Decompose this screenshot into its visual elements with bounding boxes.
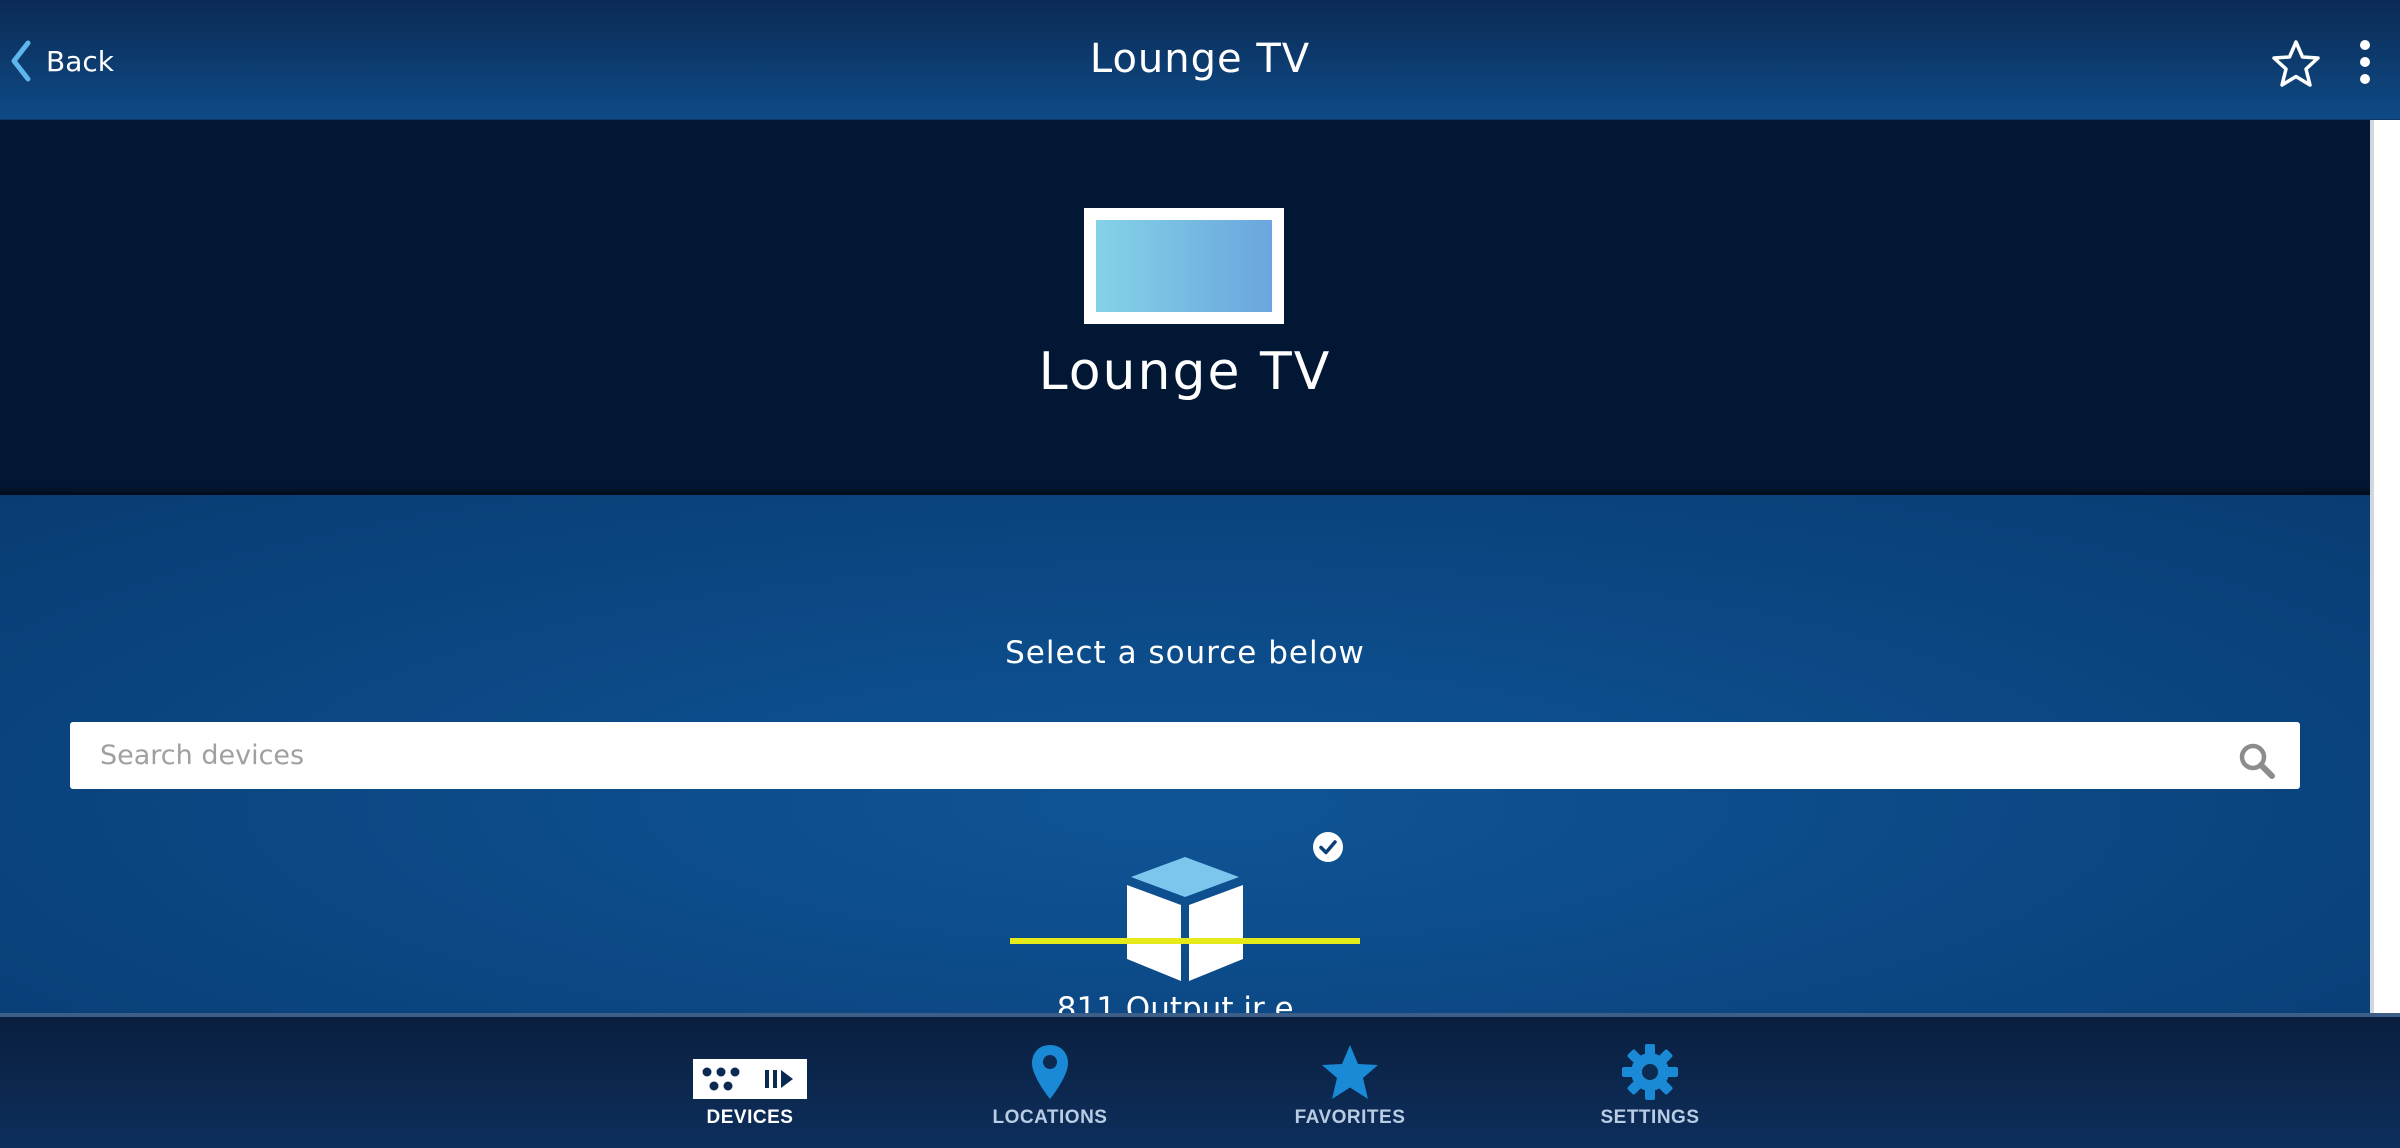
source-prompt: Select a source below	[1005, 635, 1365, 671]
device-label: 811 Output ir e...	[1010, 991, 1370, 1013]
device-hero: Lounge TV	[0, 120, 2370, 495]
page-title: Lounge TV	[1089, 36, 1311, 82]
search-box[interactable]	[70, 722, 2300, 789]
bottom-nav: DEVICES LOCATIONS FAVORITES SETTINGS	[0, 1013, 2400, 1148]
device-label-overflow: ...	[1293, 991, 1324, 1013]
check-circle-icon	[1313, 832, 1343, 862]
nav-devices[interactable]: DEVICES	[650, 1017, 850, 1148]
devices-icon	[693, 1059, 807, 1099]
more-vertical-icon[interactable]	[2350, 38, 2380, 88]
scrollbar[interactable]	[2370, 120, 2400, 1013]
nav-label: DEVICES	[706, 1107, 794, 1128]
search-input[interactable]	[100, 722, 2220, 789]
search-icon[interactable]	[2237, 741, 2277, 781]
device-name: Lounge TV	[1038, 342, 1332, 402]
location-pin-icon	[1032, 1045, 1068, 1099]
scrollbar-thumb[interactable]	[2370, 120, 2374, 1013]
star-outline-icon[interactable]	[2270, 38, 2322, 90]
nav-favorites[interactable]: FAVORITES	[1250, 1017, 1450, 1148]
box-icon	[1127, 857, 1243, 981]
nav-label: SETTINGS	[1600, 1107, 1700, 1128]
nav-settings[interactable]: SETTINGS	[1550, 1017, 1750, 1148]
star-icon	[1322, 1045, 1378, 1099]
source-section: Select a source below 811 Output ir e...	[0, 495, 2370, 1013]
selected-indicator	[1010, 938, 1360, 944]
nav-label: LOCATIONS	[992, 1107, 1108, 1128]
nav-locations[interactable]: LOCATIONS	[950, 1017, 1150, 1148]
gear-icon	[1622, 1044, 1678, 1100]
content-area[interactable]: Lounge TV Select a source below 811 Outp…	[0, 120, 2370, 1013]
device-tile[interactable]: 811 Output ir e...	[1010, 831, 1370, 1013]
device-label-text: 811 Output ir e	[1056, 991, 1294, 1013]
nav-label: FAVORITES	[1294, 1107, 1406, 1128]
top-bar: Back Lounge TV	[0, 0, 2400, 120]
tv-icon	[1084, 208, 1284, 324]
